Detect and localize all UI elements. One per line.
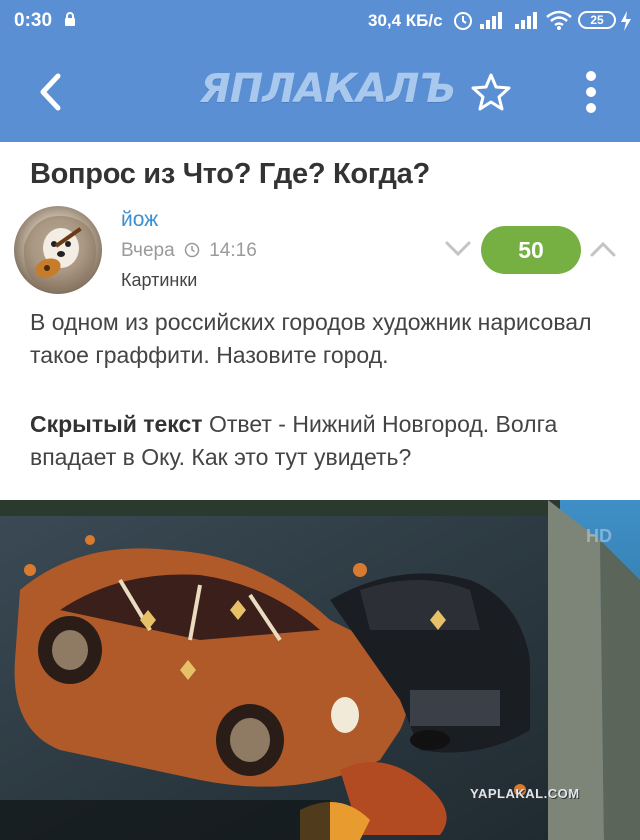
hd-badge: HD bbox=[586, 526, 612, 546]
post-date: Вчера bbox=[121, 240, 175, 261]
score-badge: 50 bbox=[481, 226, 581, 274]
post-time: 14:16 bbox=[209, 240, 257, 261]
back-arrow-icon[interactable] bbox=[38, 72, 62, 112]
image-watermark: YAPLAKAL.COM bbox=[470, 786, 580, 801]
battery-icon: 25 bbox=[578, 11, 616, 29]
post-title: Вопрос из Что? Где? Когда? bbox=[30, 158, 430, 190]
post-meta: Вчера 14:16 bbox=[121, 240, 257, 262]
site-logo[interactable]: ЯПЛАКАЛЪ bbox=[200, 66, 456, 112]
lock-icon bbox=[65, 12, 75, 26]
avatar[interactable] bbox=[14, 206, 102, 294]
chevron-down-icon[interactable] bbox=[444, 240, 472, 258]
more-vert-icon[interactable] bbox=[584, 70, 598, 114]
post-body: В одном из российских городов художник н… bbox=[30, 309, 592, 368]
clock-icon bbox=[184, 242, 200, 258]
network-speed: 30,4 КБ/с bbox=[368, 11, 443, 30]
author-name[interactable]: йож bbox=[121, 208, 158, 232]
signal-icon bbox=[515, 12, 537, 29]
app-bar: ЯПЛАКАЛЪ bbox=[0, 42, 640, 142]
spoiler-toggle[interactable]: Скрытый текст bbox=[30, 411, 203, 437]
alarm-icon bbox=[454, 12, 472, 30]
signal-icon bbox=[480, 12, 502, 29]
star-icon[interactable] bbox=[470, 72, 512, 112]
chevron-up-icon[interactable] bbox=[589, 240, 617, 258]
status-time: 0:30 bbox=[14, 10, 53, 31]
battery-level: 25 bbox=[590, 13, 604, 27]
spoiler-block: Скрытый текст Ответ - Нижний Новгород. В… bbox=[30, 408, 630, 474]
wifi-icon bbox=[546, 10, 572, 30]
status-bar: 0:30 30,4 КБ/с 25 bbox=[0, 0, 640, 42]
post-category[interactable]: Картинки bbox=[121, 270, 197, 291]
charging-icon bbox=[621, 11, 631, 31]
